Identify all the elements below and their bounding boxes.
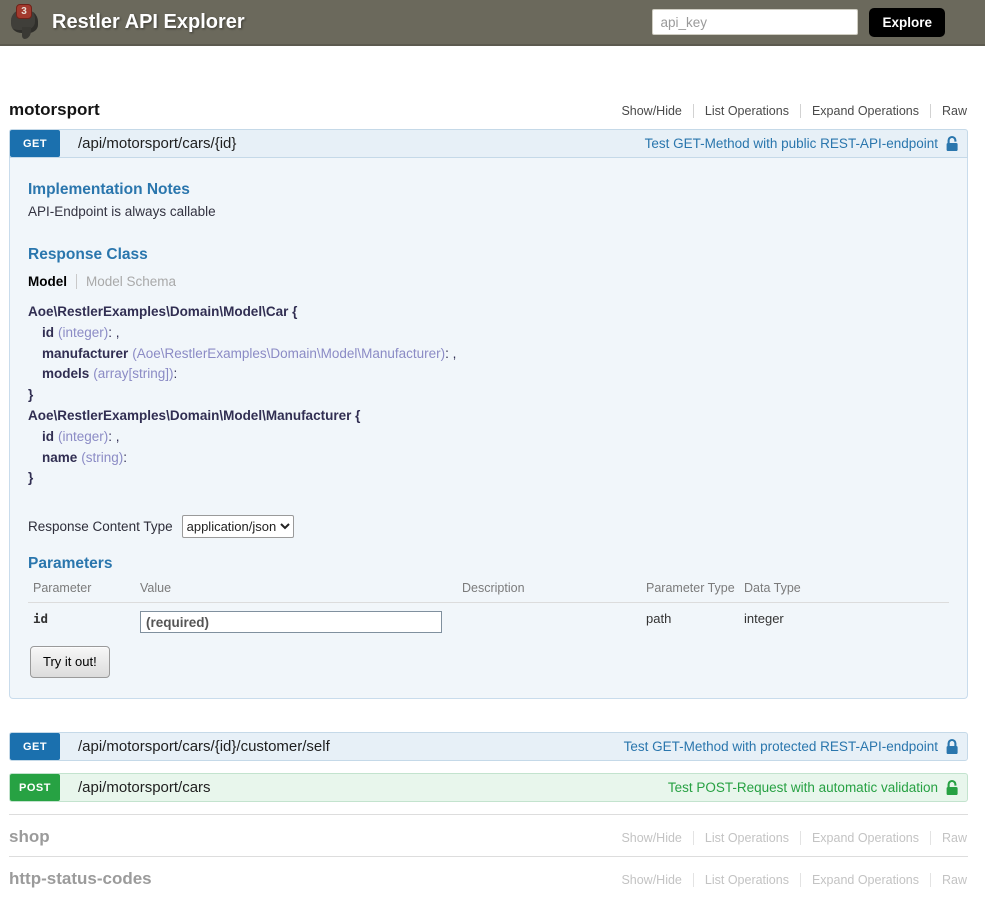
- model-property: id(integer): ,: [28, 427, 949, 448]
- endpoint-path-link[interactable]: /api/motorsport/cars: [78, 779, 211, 796]
- resource-name-shop[interactable]: shop: [9, 827, 50, 847]
- raw-link[interactable]: Raw: [930, 104, 968, 118]
- endpoint-get-cars-id: GET /api/motorsport/cars/{id} Test GET-M…: [9, 129, 968, 699]
- col-header-data-type: Data Type: [739, 581, 949, 603]
- col-header-description: Description: [457, 581, 641, 603]
- expand-operations-link[interactable]: Expand Operations: [800, 104, 930, 118]
- show-hide-link[interactable]: Show/Hide: [610, 873, 692, 887]
- endpoint-path-link[interactable]: /api/motorsport/cars/{id}: [78, 135, 236, 152]
- http-method-badge: POST: [10, 774, 60, 801]
- list-operations-link[interactable]: List Operations: [693, 104, 800, 118]
- resource-actions: Show/Hide List Operations Expand Operati…: [610, 873, 968, 887]
- endpoint-header-row[interactable]: POST /api/motorsport/cars Test POST-Requ…: [9, 773, 968, 802]
- resource-section-header-http-status-codes: http-status-codes Show/Hide List Operati…: [9, 856, 968, 898]
- model-signature: Aoe\RestlerExamples\Domain\Model\Car {: [28, 302, 949, 323]
- endpoint-header-row[interactable]: GET /api/motorsport/cars/{id} Test GET-M…: [9, 129, 968, 158]
- tab-model[interactable]: Model: [28, 274, 77, 289]
- model-property: manufacturer(Aoe\RestlerExamples\Domain\…: [28, 344, 949, 365]
- show-hide-link[interactable]: Show/Hide: [610, 831, 692, 845]
- top-header-bar: 3 Restler API Explorer Explore: [0, 0, 985, 46]
- explore-button[interactable]: Explore: [869, 8, 945, 37]
- unlock-icon: [944, 135, 960, 152]
- try-it-out-button[interactable]: Try it out!: [30, 646, 110, 678]
- col-header-parameter: Parameter: [28, 581, 135, 603]
- model-closing-brace: }: [28, 385, 949, 406]
- endpoint-summary-link[interactable]: Test GET-Method with public REST-API-end…: [645, 135, 967, 152]
- endpoint-get-customer-self: GET /api/motorsport/cars/{id}/customer/s…: [9, 732, 968, 761]
- response-content-type-row: Response Content Type application/json: [28, 515, 949, 538]
- parameter-row-id: id path integer: [28, 603, 949, 634]
- model-definition-manufacturer: Aoe\RestlerExamples\Domain\Model\Manufac…: [28, 406, 949, 489]
- http-method-badge: GET: [10, 130, 60, 157]
- resource-name-motorsport[interactable]: motorsport: [9, 100, 100, 120]
- endpoint-post-cars: POST /api/motorsport/cars Test POST-Requ…: [9, 773, 968, 802]
- resource-name-http-status-codes[interactable]: http-status-codes: [9, 869, 152, 889]
- parameter-name: id: [28, 603, 135, 634]
- parameters-heading: Parameters: [28, 555, 949, 573]
- operation-detail-panel: Implementation Notes API-Endpoint is alw…: [9, 158, 968, 699]
- model-property: models(array[string]):: [28, 364, 949, 385]
- main-content: motorsport Show/Hide List Operations Exp…: [0, 46, 985, 898]
- response-content-type-label: Response Content Type: [28, 519, 173, 534]
- parameter-data-type: integer: [739, 603, 949, 634]
- lock-icon: [944, 738, 960, 755]
- model-tabs: Model Model Schema: [28, 274, 949, 289]
- col-header-parameter-type: Parameter Type: [641, 581, 739, 603]
- logo-version-badge: 3: [16, 4, 32, 19]
- expand-operations-link[interactable]: Expand Operations: [800, 831, 930, 845]
- endpoint-summary-text: Test GET-Method with protected REST-API-…: [624, 739, 938, 754]
- model-closing-brace: }: [28, 468, 949, 489]
- raw-link[interactable]: Raw: [930, 873, 968, 887]
- endpoint-summary-text: Test GET-Method with public REST-API-end…: [645, 136, 938, 151]
- endpoint-path-link[interactable]: /api/motorsport/cars/{id}/customer/self: [78, 738, 330, 755]
- endpoint-summary-link[interactable]: Test GET-Method with protected REST-API-…: [624, 738, 967, 755]
- parameter-value-input[interactable]: [140, 611, 442, 633]
- resource-actions: Show/Hide List Operations Expand Operati…: [610, 831, 968, 845]
- restler-logo[interactable]: 3: [8, 3, 44, 41]
- show-hide-link[interactable]: Show/Hide: [610, 104, 692, 118]
- model-property: id(integer): ,: [28, 323, 949, 344]
- resource-actions: Show/Hide List Operations Expand Operati…: [610, 104, 968, 118]
- endpoint-summary-link[interactable]: Test POST-Request with automatic validat…: [668, 779, 967, 796]
- model-property: name(string):: [28, 448, 949, 469]
- resource-section-header-shop: shop Show/Hide List Operations Expand Op…: [9, 814, 968, 856]
- parameter-description: [457, 603, 641, 634]
- expand-operations-link[interactable]: Expand Operations: [800, 873, 930, 887]
- parameter-type: path: [641, 603, 739, 634]
- model-signature: Aoe\RestlerExamples\Domain\Model\Manufac…: [28, 406, 949, 427]
- logo-elephant-trunk: [22, 27, 31, 39]
- implementation-notes-text: API-Endpoint is always callable: [28, 204, 949, 219]
- raw-link[interactable]: Raw: [930, 831, 968, 845]
- col-header-value: Value: [135, 581, 457, 603]
- response-class-heading: Response Class: [28, 246, 949, 264]
- endpoint-summary-text: Test POST-Request with automatic validat…: [668, 780, 938, 795]
- parameters-table: Parameter Value Description Parameter Ty…: [28, 581, 949, 633]
- tab-model-schema[interactable]: Model Schema: [77, 274, 176, 289]
- unlock-icon: [944, 779, 960, 796]
- implementation-notes-heading: Implementation Notes: [28, 181, 949, 199]
- resource-section-header-motorsport: motorsport Show/Hide List Operations Exp…: [9, 90, 968, 129]
- endpoint-header-row[interactable]: GET /api/motorsport/cars/{id}/customer/s…: [9, 732, 968, 761]
- http-method-badge: GET: [10, 733, 60, 760]
- header-controls: Explore: [652, 8, 945, 37]
- response-content-type-select[interactable]: application/json: [182, 515, 294, 538]
- list-operations-link[interactable]: List Operations: [693, 831, 800, 845]
- api-key-input[interactable]: [652, 9, 858, 35]
- app-title: Restler API Explorer: [52, 11, 245, 34]
- model-definition-car: Aoe\RestlerExamples\Domain\Model\Car { i…: [28, 302, 949, 406]
- list-operations-link[interactable]: List Operations: [693, 873, 800, 887]
